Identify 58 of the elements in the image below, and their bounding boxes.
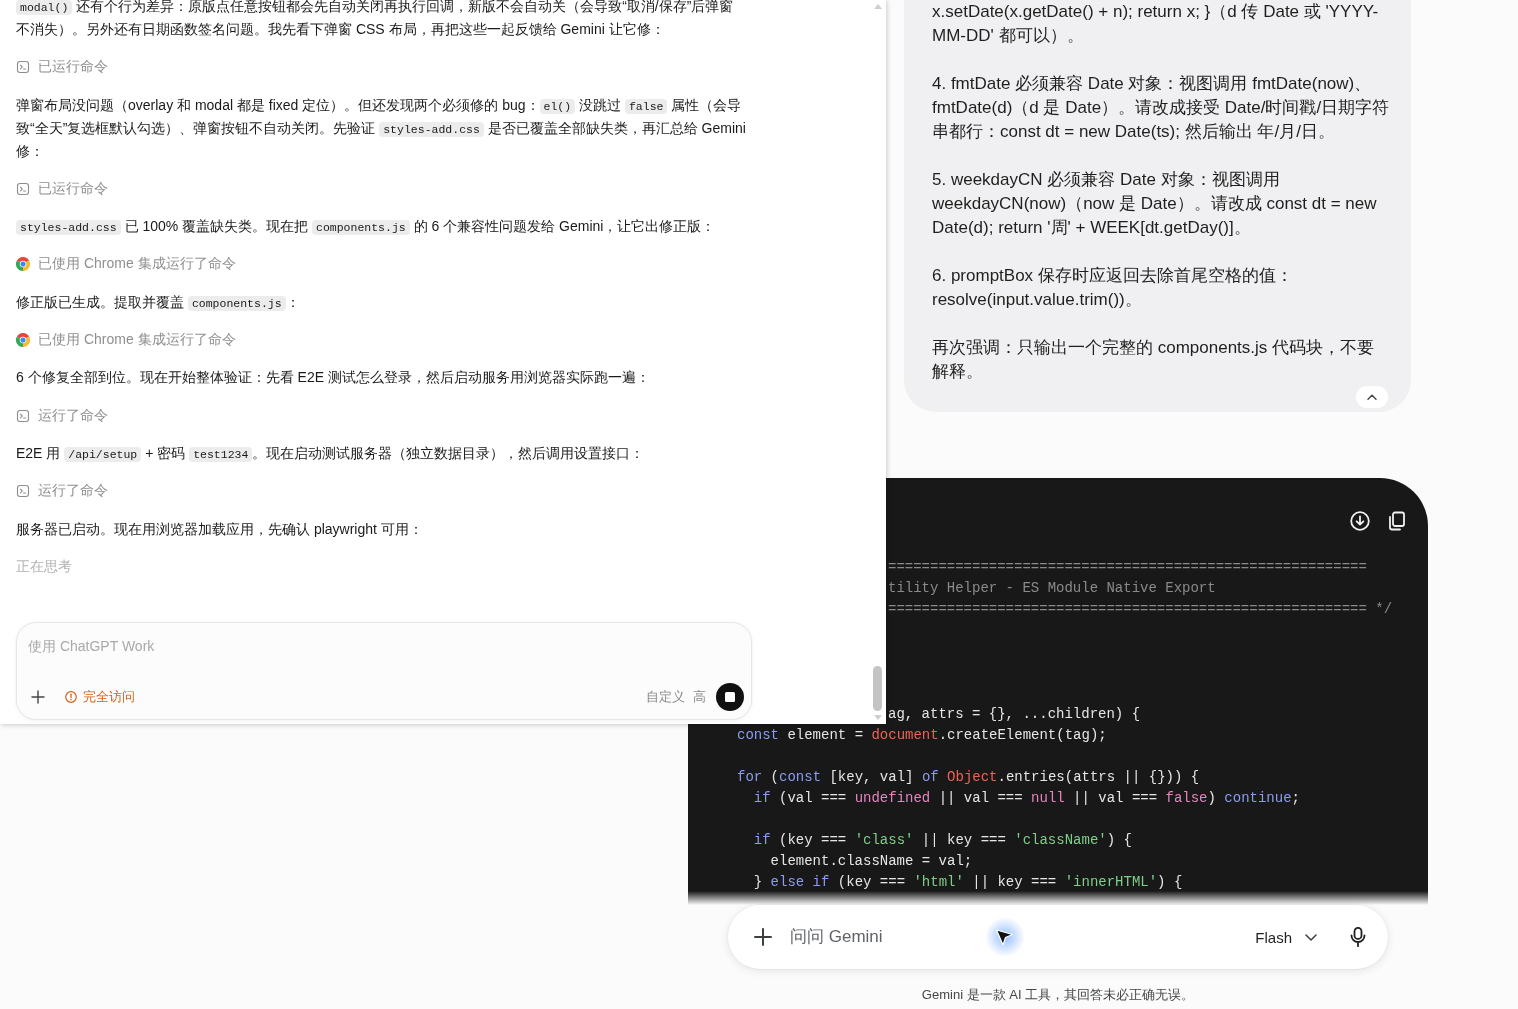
code-line: for (const [key, val] of Object.entries(attrs || {})) { xyxy=(737,769,1200,785)
download-button[interactable] xyxy=(1350,511,1370,531)
message-text: E2E 用 /api/setup + 密码 test1234 。现在启动测试服务器（独立数据目录），然后调用设置接口： xyxy=(16,443,646,464)
code-line: if (key === 'class' || key === 'className') { xyxy=(753,832,1132,848)
thinking-status: 正在思考 xyxy=(16,557,73,577)
message-paragraph: 6. promptBox 保存时应返回去除首尾空格的值：resolve(input.value.trim())。 xyxy=(932,265,1294,311)
stop-icon xyxy=(725,692,735,702)
code-line: tility Helper - ES Module Native Export xyxy=(888,580,1216,596)
model-selector[interactable]: Flash xyxy=(1255,928,1317,946)
message-text: 弹窗布局没问题（overlay 和 modal 都是 fixed 定位）。但还发现两个必须修的 bug： el() 没跳过 false 属性（会导致“全天”复选框默认勾选）、弹窗按钮不自动关闭。先验证 styles-add.css 是否已覆盖全部缺失类，再汇总给 Gemini 修： xyxy=(16,95,747,161)
stop-button[interactable] xyxy=(716,683,744,711)
command-toggle[interactable]: 已运行命令 xyxy=(16,177,108,201)
message-paragraph: x.setDate(x.getDate() + n); return x; }（d 传 Date 或 'YYYY-MM-DD' 都可以）。 xyxy=(932,1,1380,47)
microphone-button[interactable] xyxy=(1350,927,1366,947)
chevron-up-icon xyxy=(1367,394,1377,400)
command-toggle[interactable]: 已使用 Chrome 集成运行了命令 xyxy=(16,253,236,276)
download-icon xyxy=(1350,511,1370,531)
code-line: } else if (key === 'html' || key === 'innerHTML') { xyxy=(753,874,1183,890)
chevron-down-icon xyxy=(1305,933,1317,941)
access-button[interactable]: 完全访问 xyxy=(65,688,135,706)
terminal-icon xyxy=(16,408,30,423)
add-button[interactable] xyxy=(752,926,774,948)
mode-selector[interactable]: 自定义 高 xyxy=(646,688,706,706)
prompt-bar[interactable]: 问问 Gemini Flash xyxy=(728,905,1388,969)
code-line: const element = document.createElement(tag); xyxy=(737,727,1107,743)
command-toggle[interactable]: 运行了命令 xyxy=(16,479,108,503)
message-text: 修正版已生成。提取并覆盖 components.js ： xyxy=(16,292,301,313)
message-input[interactable]: 使用 ChatGPT Work xyxy=(28,634,744,658)
command-toggle[interactable]: 已使用 Chrome 集成运行了命令 xyxy=(16,328,236,352)
terminal-icon xyxy=(16,60,30,75)
message-text: 服务器已启动。现在用浏览器加载应用，先确认 playwright 可用： xyxy=(16,519,424,539)
browser-logo-icon xyxy=(16,333,30,348)
copy-icon xyxy=(1387,511,1407,531)
microphone-icon xyxy=(1350,927,1366,947)
prompt-input[interactable]: 问问 Gemini xyxy=(790,924,1256,950)
message-text: styles-add.css 已 100% 覆盖缺失类。现在把 components.js 的 6 个兼容性问题发给 Gemini，让它出修正版： xyxy=(16,215,747,239)
terminal-icon xyxy=(16,181,30,196)
command-toggle[interactable]: 运行了命令 xyxy=(16,404,108,428)
scrollbar-thumb[interactable] xyxy=(873,666,882,711)
warning-icon xyxy=(65,691,77,703)
collapse-button[interactable] xyxy=(1356,386,1388,408)
message-paragraph: 再次强调：只输出一个完整的 components.js 代码块，不要解释。 xyxy=(932,337,1376,383)
message-paragraph: 4. fmtDate 必须兼容 Date 对象：视图调用 fmtDate(now)、fmtDate(d)（d 是 Date）。请改成接受 Date/时间戳/日期字符串都行：const dt = new Date(ts); 然后输出 年/月/日。 xyxy=(932,73,1390,143)
code-line: ========================================================= xyxy=(888,559,1367,575)
copy-button[interactable] xyxy=(1387,511,1407,531)
code-line: element.className = val; xyxy=(770,853,973,869)
disclaimer-text: Gemini 是一款 AI 工具，其回答未必正确无误。 xyxy=(920,986,1196,1004)
terminal-icon xyxy=(16,484,30,499)
message-text: 6 个修复全部到位。现在开始整体验证：先看 E2E 测试怎么登录，然后启动服务用浏览器实际跑一遍： xyxy=(16,368,651,388)
command-toggle[interactable]: 已运行命令 xyxy=(16,55,108,79)
pointer-cursor-icon xyxy=(985,917,1025,957)
code-line: ag, attrs = {}, ...children) { xyxy=(888,706,1141,722)
browser-logo-icon xyxy=(16,257,30,272)
plus-icon xyxy=(31,690,45,704)
plus-icon xyxy=(753,927,773,947)
code-line: ========================================================= */ xyxy=(888,601,1393,617)
code-line: if (val === undefined || val === null || val === false) continue; xyxy=(753,790,1300,806)
message-paragraph: 5. weekdayCN 必须兼容 Date 对象：视图调用 weekdayCN(now)（now 是 Date）。请改成 const dt = new Date(d); return '周' + WEEK[dt.getDay()]。 xyxy=(932,169,1378,239)
